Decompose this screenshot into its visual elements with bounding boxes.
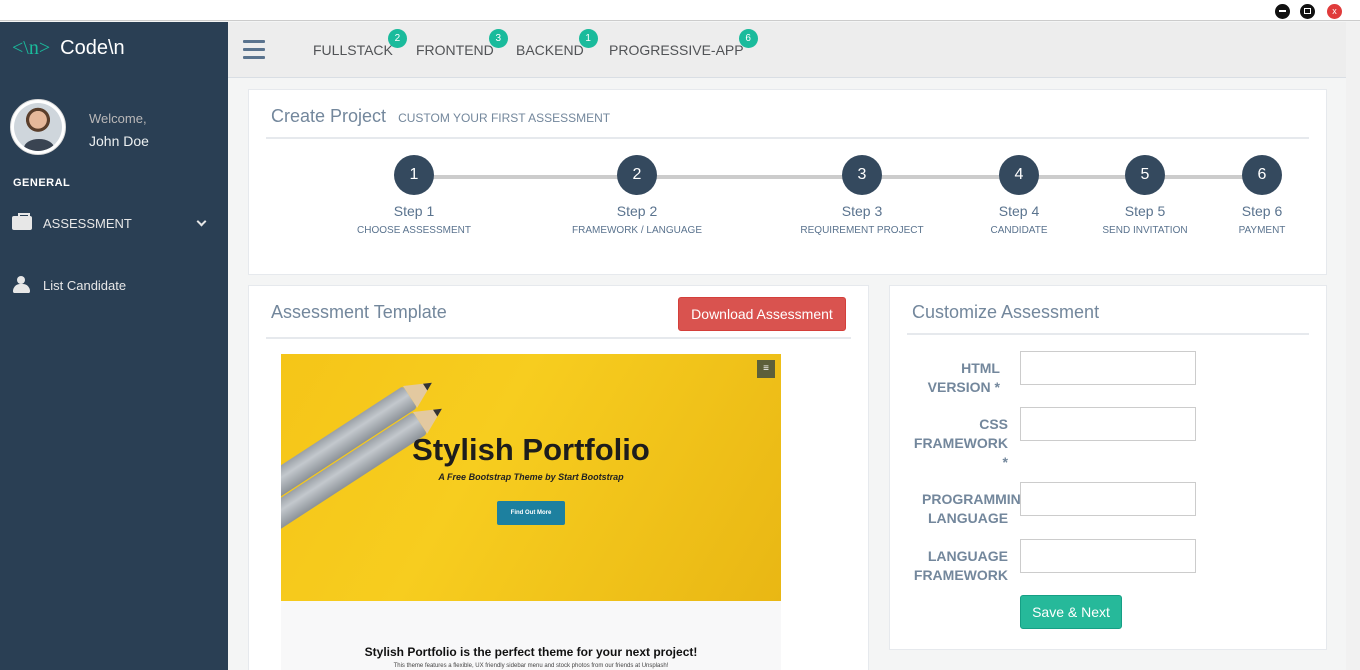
panel-title-template: Assessment Template [271,302,447,322]
tab-label: PROGRESSIVE-APP [609,42,744,58]
step-description: REQUIREMENT PROJECT [800,225,924,236]
language-framework-input[interactable] [1020,539,1196,573]
step-description: PAYMENT [1238,225,1286,236]
step-number: 6 [1242,155,1282,195]
preview-find-out-button: Find Out More [497,501,565,525]
step-number: 2 [617,155,657,195]
welcome-text: Welcome, [89,111,147,126]
download-assessment-button[interactable]: Download Assessment [678,297,846,331]
preview-hero-title: Stylish Portfolio [412,432,650,467]
template-preview-image: ≡ Stylish Portfolio A Free Bootstrap The… [281,354,781,670]
sidebar-item-label: ASSESSMENT [43,215,132,231]
count-badge: 1 [578,29,598,48]
tab-backend[interactable]: BACKEND 1 [516,29,598,58]
tab-label: FRONTEND [416,42,494,58]
preview-section-text: This theme features a flexible, UX frien… [393,663,669,669]
step-number: 5 [1125,155,1165,195]
wizard-step-2[interactable]: 2 Step 2 FRAMEWORK / LANGUAGE [552,155,722,236]
minimize-icon[interactable] [1275,4,1290,19]
css-framework-input[interactable] [1020,407,1196,441]
panel-title-create-project: Create Project CUSTOM YOUR FIRST ASSESSME… [271,106,610,127]
step-description: CHOOSE ASSESSMENT [357,225,471,236]
chevron-down-icon [196,216,207,227]
users-icon [12,276,32,293]
tab-label: FULLSTACK [313,42,393,58]
tab-label: BACKEND [516,42,584,58]
tab-fullstack[interactable]: FULLSTACK 2 [313,29,407,58]
divider [266,337,851,339]
css-framework-label: CSS FRAMEWORK * [913,416,1008,470]
save-next-button[interactable]: Save & Next [1020,595,1122,629]
wizard-step-1[interactable]: 1 Step 1 CHOOSE ASSESSMENT [329,155,499,236]
user-name: John Doe [89,133,149,149]
page-scrollbar[interactable] [1346,22,1360,670]
maximize-icon[interactable] [1300,4,1315,19]
step-title: Step 2 [616,203,658,219]
menu-toggle-icon[interactable] [243,40,265,60]
preview-hero-subtitle: A Free Bootstrap Theme by Start Bootstra… [438,472,624,482]
step-title: Step 6 [1241,203,1283,219]
step-number: 3 [842,155,882,195]
hamburger-icon: ≡ [757,360,775,378]
avatar [10,99,66,155]
window-titlebar: x [0,0,1360,21]
count-badge: 3 [488,29,508,48]
panel-title-customize: Customize Assessment [912,302,1100,322]
language-framework-label: LANGUAGE FRAMEWORK [913,548,1008,583]
page-title: Create Project [271,106,387,126]
step-description: FRAMEWORK / LANGUAGE [571,225,702,236]
count-badge: 2 [387,29,407,48]
count-badge: 6 [738,29,758,48]
sidebar-item-label: List Candidate [43,277,127,293]
brand-logo[interactable]: <\n> Code\n [12,37,125,60]
avatar-photo [14,103,62,151]
menu-section-title: GENERAL [13,177,71,189]
step-number: 4 [999,155,1039,195]
divider [907,333,1309,335]
step-title: Step 3 [841,203,883,219]
top-navbar: FULLSTACK 2 FRONTEND 3 BACKEND 1 PROGRES… [228,22,1346,78]
divider [266,137,1309,139]
programming-language-input[interactable] [1020,482,1196,516]
brand-name: Code\n [60,37,125,59]
tab-progressive-app[interactable]: PROGRESSIVE-APP 6 [609,29,758,58]
sidebar-item-list-candidate[interactable]: List Candidate [12,273,217,297]
step-number: 1 [394,155,434,195]
wizard-step-3[interactable]: 3 Step 3 REQUIREMENT PROJECT [777,155,947,236]
preview-section-title: Stylish Portfolio is the perfect theme f… [364,645,698,659]
panel-subtitle: CUSTOM YOUR FIRST ASSESSMENT [398,111,611,125]
sidebar-item-assessment[interactable]: ASSESSMENT [12,211,217,235]
html-version-label: HTML VERSION * [927,360,1000,395]
html-version-input[interactable] [1020,351,1196,385]
preview-hero: ≡ Stylish Portfolio A Free Bootstrap The… [281,354,781,601]
close-icon[interactable]: x [1327,4,1342,19]
sidebar: <\n> Code\n Welcome, John Doe GENERAL ASS… [0,22,228,670]
wizard-step-6[interactable]: 6 Step 6 PAYMENT [1177,155,1347,236]
code-icon: <\n> [12,37,51,59]
step-title: Step 1 [393,203,435,219]
programming-language-label: PROGRAMMINGLANGUAGE [922,491,1020,526]
briefcase-icon [12,213,32,230]
tab-frontend[interactable]: FRONTEND 3 [416,29,508,58]
